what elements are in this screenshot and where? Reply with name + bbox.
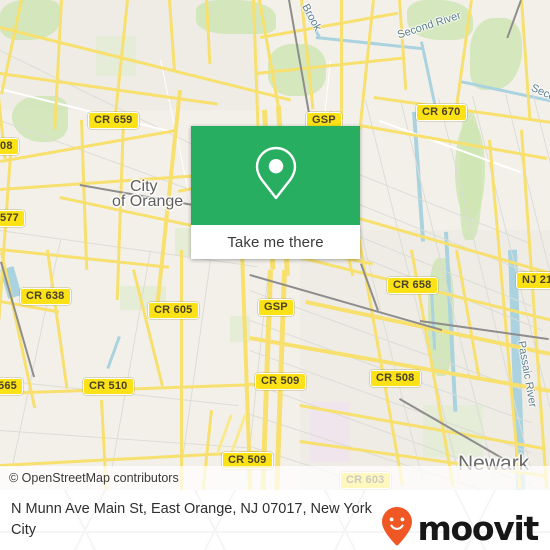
road-shield: 08 [0,138,19,155]
map-canvas[interactable]: CR 659 08 577 GSP CR 670 CR 638 CR 605 GSP CR 65… [0,0,550,490]
card-pin-area [191,126,360,225]
road-shield: CR 510 [83,378,134,395]
location-popup-card[interactable]: Take me there [191,126,360,259]
road-shield: CR 605 [148,302,199,319]
moovit-pin-smiley-icon [380,506,414,550]
highway [340,0,343,120]
road-shield: CR 509 [255,373,306,390]
road-shield: 565 [0,378,23,395]
location-address: N Munn Ave Main St, East Orange, NJ 0701… [11,501,372,538]
road-shield: 577 [0,210,25,227]
moovit-map-screenshot: CR 659 08 577 GSP CR 670 CR 638 CR 605 GSP CR 65… [0,0,550,550]
moovit-logo[interactable]: moovit [380,506,539,550]
road-shield: CR 508 [370,370,421,387]
place-label: of Orange [112,193,184,210]
footer-bar: N Munn Ave Main St, East Orange, NJ 0701… [0,490,550,550]
road-shield: CR 659 [88,112,139,129]
road-shield: GSP [258,299,294,316]
moovit-wordmark: moovit [417,509,539,548]
map-attribution: © OpenStreetMap contributors [0,466,550,490]
road-shield: CR 658 [387,277,438,294]
road-shield: CR 638 [20,288,71,305]
take-me-there-button[interactable]: Take me there [191,225,360,259]
road-shield: CR 670 [416,104,467,121]
attribution-text[interactable]: © OpenStreetMap contributors [0,471,179,485]
map-pin-icon [252,144,300,207]
road-shield: NJ 21 [516,272,550,289]
